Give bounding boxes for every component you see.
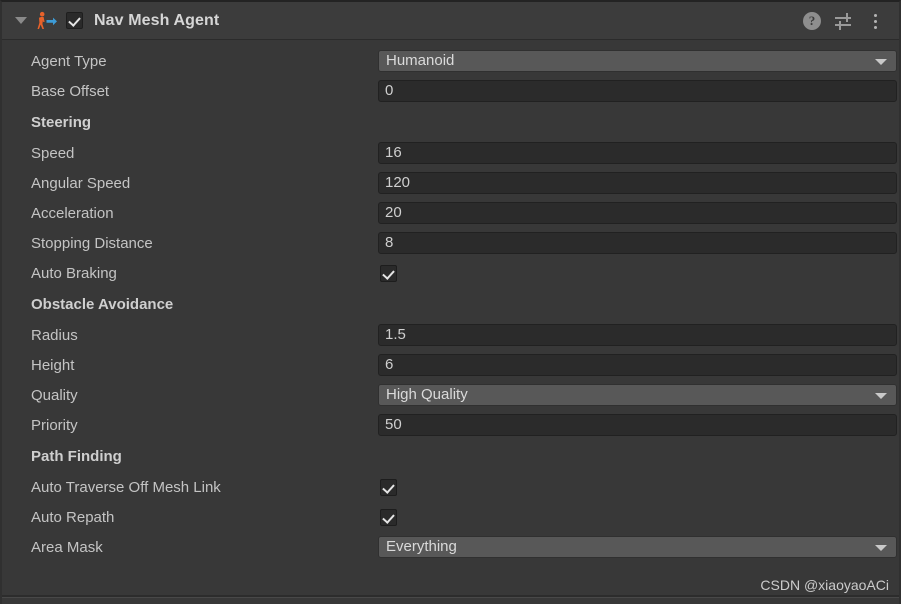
dropdown-value-quality: High Quality <box>386 386 468 403</box>
property-label-angular-speed: Angular Speed <box>31 174 131 192</box>
panel-divider <box>2 595 899 598</box>
chevron-down-icon <box>875 545 887 551</box>
preset-icon[interactable] <box>835 12 853 30</box>
help-icon[interactable]: ? <box>803 11 821 30</box>
properties-list: Agent Type Humanoid Base Offset 0 Steering Sp… <box>2 40 899 562</box>
property-row-agent-type: Agent Type Humanoid <box>2 46 899 76</box>
property-label-auto-traverse-off-mesh-link: Auto Traverse Off Mesh Link <box>31 478 221 496</box>
input-speed[interactable]: 16 <box>378 142 897 164</box>
section-title: Steering <box>31 113 92 131</box>
input-angular-speed[interactable]: 120 <box>378 172 897 194</box>
input-acceleration[interactable]: 20 <box>378 202 897 224</box>
property-row-area-mask: Area Mask Everything <box>2 532 899 562</box>
dropdown-agent-type[interactable]: Humanoid <box>378 50 897 72</box>
section-header-steering: Steering <box>2 106 899 138</box>
dropdown-value-area-mask: Everything <box>386 538 457 555</box>
checkbox-auto-traverse-off-mesh-link[interactable] <box>380 478 397 496</box>
more-menu-icon[interactable] <box>867 12 885 30</box>
property-row-base-offset: Base Offset 0 <box>2 76 899 106</box>
section-title: Obstacle Avoidance <box>31 295 174 313</box>
watermark: CSDN @xiaoyaoACi <box>760 577 889 593</box>
property-row-radius: Radius 1.5 <box>2 320 899 350</box>
property-label-auto-braking: Auto Braking <box>31 264 117 282</box>
property-label-auto-repath: Auto Repath <box>31 508 115 526</box>
dropdown-quality[interactable]: High Quality <box>378 384 897 406</box>
input-stopping-distance[interactable]: 8 <box>378 232 897 254</box>
chevron-down-icon <box>15 17 27 24</box>
property-label-priority: Priority <box>31 416 78 434</box>
property-label-base-offset: Base Offset <box>31 82 110 100</box>
property-label-radius: Radius <box>31 326 78 344</box>
property-label-acceleration: Acceleration <box>31 204 114 222</box>
property-row-height: Height 6 <box>2 350 899 380</box>
property-label-speed: Speed <box>31 144 75 162</box>
section-header-path-finding: Path Finding <box>2 440 899 472</box>
checkbox-auto-repath[interactable] <box>380 508 397 526</box>
property-row-auto-repath: Auto Repath <box>2 502 899 532</box>
section-header-obstacle-avoidance: Obstacle Avoidance <box>2 288 899 320</box>
property-label-stopping-distance: Stopping Distance <box>31 234 153 252</box>
component-enabled-checkbox[interactable] <box>66 12 83 29</box>
input-radius[interactable]: 1.5 <box>378 324 897 346</box>
property-row-acceleration: Acceleration 20 <box>2 198 899 228</box>
property-row-stopping-distance: Stopping Distance 8 <box>2 228 899 258</box>
property-row-auto-braking: Auto Braking <box>2 258 899 288</box>
property-row-priority: Priority 50 <box>2 410 899 440</box>
component-title: Nav Mesh Agent <box>94 11 220 29</box>
property-label-agent-type: Agent Type <box>31 52 107 70</box>
foldout-toggle[interactable] <box>12 2 30 40</box>
property-row-angular-speed: Angular Speed 120 <box>2 168 899 198</box>
nav-mesh-agent-icon <box>36 11 58 31</box>
property-label-quality: Quality <box>31 386 78 404</box>
property-row-speed: Speed 16 <box>2 138 899 168</box>
chevron-down-icon <box>875 393 887 399</box>
property-label-area-mask: Area Mask <box>31 538 103 556</box>
dropdown-value-agent-type: Humanoid <box>386 52 455 69</box>
header-tools: ? <box>803 11 891 30</box>
section-title: Path Finding <box>31 447 122 465</box>
input-base-offset[interactable]: 0 <box>378 80 897 102</box>
property-row-auto-traverse-off-mesh-link: Auto Traverse Off Mesh Link <box>2 472 899 502</box>
property-label-height: Height <box>31 356 75 374</box>
nav-mesh-agent-inspector: Nav Mesh Agent ? Agent Type Humanoid Base … <box>0 0 901 604</box>
component-header: Nav Mesh Agent ? <box>2 2 899 40</box>
chevron-down-icon <box>875 59 887 65</box>
dropdown-area-mask[interactable]: Everything <box>378 536 897 558</box>
checkbox-auto-braking[interactable] <box>380 264 397 282</box>
input-height[interactable]: 6 <box>378 354 897 376</box>
input-priority[interactable]: 50 <box>378 414 897 436</box>
property-row-quality: Quality High Quality <box>2 380 899 410</box>
